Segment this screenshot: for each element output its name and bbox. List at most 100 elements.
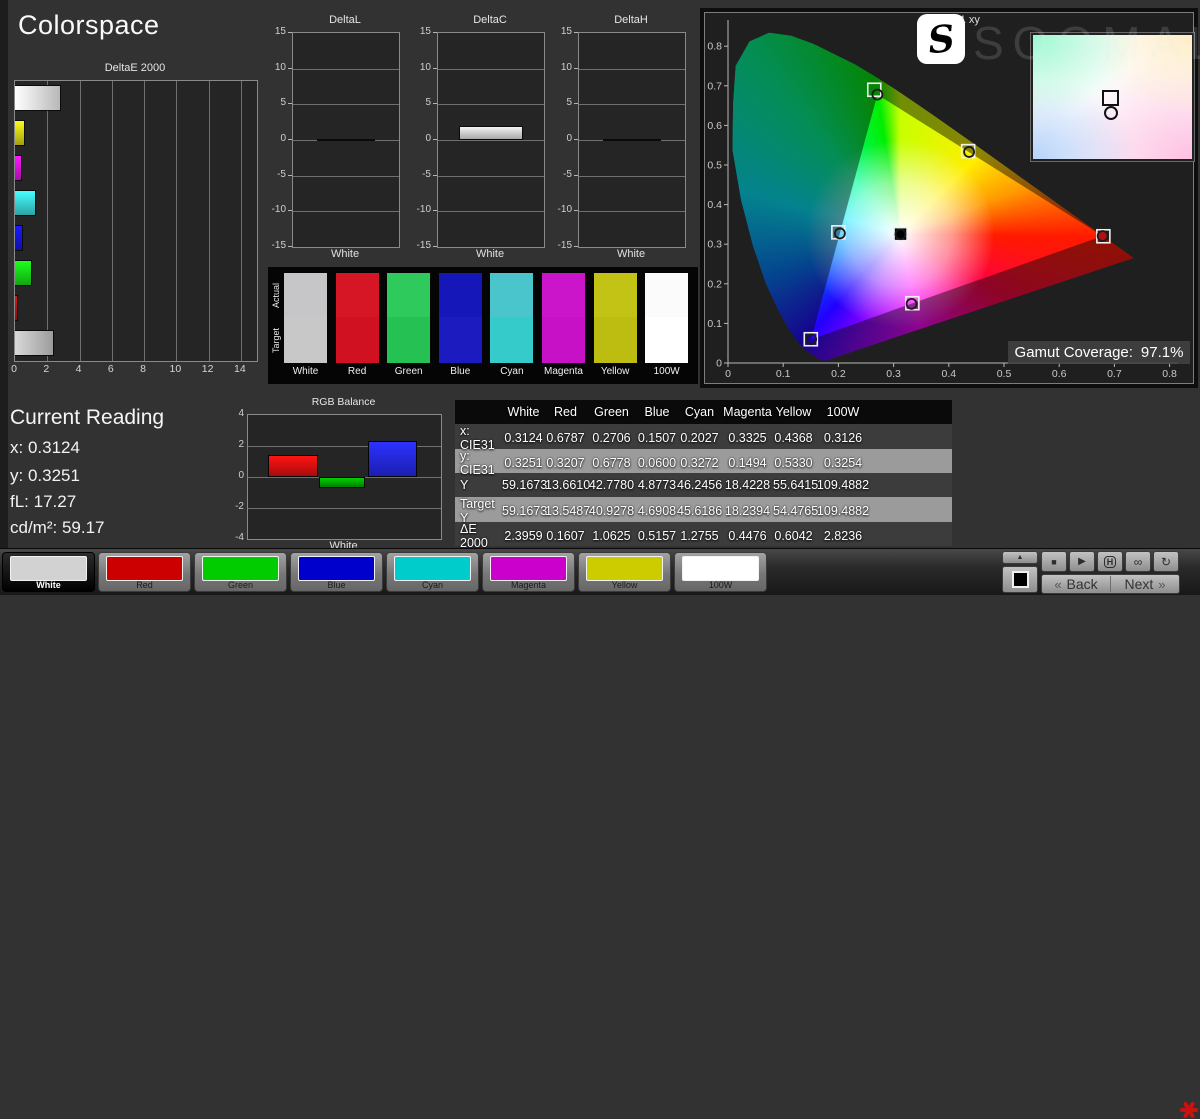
gridline xyxy=(293,69,399,70)
gridline xyxy=(176,81,177,361)
y-tick-label: 0.8 xyxy=(707,41,722,53)
swatch-column-label: White xyxy=(284,366,327,377)
y-tick xyxy=(433,246,437,247)
record-stop-button[interactable] xyxy=(1002,566,1038,593)
y-tick xyxy=(574,139,578,140)
y-tick xyxy=(574,246,578,247)
table-header-cell: 100W xyxy=(814,405,872,419)
deltae-bar-cyan xyxy=(15,190,36,216)
y-tick xyxy=(433,175,437,176)
back-button-label: Back xyxy=(1067,576,1098,592)
magenta-swatch xyxy=(490,556,567,581)
measured-red-marker xyxy=(1098,231,1108,241)
toolbar-swatch-magenta[interactable]: Magenta xyxy=(482,552,575,592)
y-tick-label: -15 xyxy=(409,240,431,251)
y-tick xyxy=(433,68,437,69)
gridline xyxy=(438,211,544,212)
y-tick-label: 10 xyxy=(264,62,286,73)
rgb-bar-red xyxy=(268,455,318,477)
nav-button-group: « Back Next » xyxy=(1041,574,1180,594)
gridline xyxy=(438,176,544,177)
red-swatch xyxy=(106,556,183,581)
play-button[interactable]: ▶ xyxy=(1069,551,1095,572)
table-row: Y59.167313.661042.77804.877346.245618.42… xyxy=(455,473,952,497)
table-cell: 42.7780 xyxy=(586,478,637,492)
toolbar-swatch-red[interactable]: Red xyxy=(98,552,191,592)
target-swatch-100w xyxy=(645,317,688,363)
next-button[interactable]: Next » xyxy=(1111,576,1179,592)
table-cell: 0.5157 xyxy=(637,529,677,543)
table-cell: 0.6042 xyxy=(773,529,814,543)
toolbar-swatch-label: White xyxy=(3,580,94,590)
table-cell: 1.0625 xyxy=(586,529,637,543)
y-tick xyxy=(574,103,578,104)
table-cell: 18.4228 xyxy=(722,478,773,492)
next-button-label: Next xyxy=(1124,576,1153,592)
y-tick xyxy=(433,210,437,211)
gridline xyxy=(438,69,544,70)
x-tick-label: 0.8 xyxy=(1162,368,1177,380)
table-cell: 2.3959 xyxy=(502,529,545,543)
toolbar-swatch-yellow[interactable]: Yellow xyxy=(578,552,671,592)
x-tick-label: 12 xyxy=(202,363,214,375)
deltac-plot-area xyxy=(437,32,545,248)
reading-cdm2: cd/m²: 59.17 xyxy=(10,518,105,538)
y-tick xyxy=(574,210,578,211)
soomal-logo-icon: S xyxy=(917,14,965,64)
gamut-coverage-label: Gamut Coverage: xyxy=(1015,344,1133,361)
table-row: y: CIE310.32510.32070.67780.06000.32720.… xyxy=(455,449,952,473)
toolbar-swatch-100w[interactable]: 100W xyxy=(674,552,767,592)
reading-fl: fL: 17.27 xyxy=(10,492,76,512)
toolbar-swatch-label: Cyan xyxy=(387,580,478,590)
x-tick-label: 0.6 xyxy=(1052,368,1067,380)
y-tick-label: -4 xyxy=(231,532,244,543)
y-tick-label: -2 xyxy=(231,501,244,512)
table-cell: 4.8773 xyxy=(637,478,677,492)
toolbar-swatch-cyan[interactable]: Cyan xyxy=(386,552,479,592)
row-label: Y xyxy=(455,478,502,492)
y-tick xyxy=(288,103,292,104)
deltah-x-label: White xyxy=(578,248,684,260)
x-tick-label: 0 xyxy=(11,363,17,375)
eject-button[interactable]: ▲ xyxy=(1002,551,1038,564)
rgb-balance-chart: RGB Balance White 420-2-4 xyxy=(231,396,443,548)
row-label: y: CIE31 xyxy=(455,449,502,477)
x-tick-label: 10 xyxy=(169,363,181,375)
target-swatch-white xyxy=(284,317,327,363)
actual-target-swatch-panel: Actual Target WhiteRedGreenBlueCyanMagen… xyxy=(268,267,698,384)
loop-button[interactable]: ∞ xyxy=(1125,551,1151,572)
table-cell: 2.8236 xyxy=(814,529,872,543)
table-header-cell: Red xyxy=(545,405,586,419)
stop-button[interactable]: ■ xyxy=(1041,551,1067,572)
table-row: x: CIE310.31240.67870.27060.15070.20270.… xyxy=(455,424,952,448)
toolbar-swatch-label: Green xyxy=(195,580,286,590)
table-header-cell: Yellow xyxy=(773,405,814,419)
table-cell: 0.3124 xyxy=(502,431,545,445)
deltah-plot-area xyxy=(578,32,686,248)
deltae-bar-blue xyxy=(15,225,23,251)
y-tick xyxy=(288,246,292,247)
page-title: Colorspace xyxy=(18,10,160,41)
y-tick-label: -5 xyxy=(550,169,572,180)
gridline xyxy=(438,104,544,105)
save-preset-button[interactable]: H xyxy=(1097,551,1123,572)
toolbar-swatch-green[interactable]: Green xyxy=(194,552,287,592)
refresh-button[interactable]: ↻ xyxy=(1153,551,1179,572)
toolbar-swatch-blue[interactable]: Blue xyxy=(290,552,383,592)
y-tick-label: 0.3 xyxy=(707,239,722,251)
toolbar-swatch-white[interactable]: White xyxy=(2,552,95,592)
gridline xyxy=(47,81,48,361)
refresh-icon: ↻ xyxy=(1161,555,1171,569)
table-row: Target Y59.167313.548740.92784.690845.61… xyxy=(455,497,952,521)
swatch-column-label: Cyan xyxy=(490,366,533,377)
y-tick xyxy=(288,139,292,140)
toolbar-swatch-label: Magenta xyxy=(483,580,574,590)
table-cell: 13.5487 xyxy=(545,504,586,518)
soomal-watermark: SOOMAL xyxy=(973,16,1200,70)
back-button[interactable]: « Back xyxy=(1042,576,1111,592)
deltae2000-plot-area xyxy=(14,80,258,362)
target-swatch-magenta xyxy=(542,317,585,363)
swatch-column-label: Red xyxy=(336,366,379,377)
table-cell: 0.1507 xyxy=(637,431,677,445)
x-tick-label: 0.2 xyxy=(831,368,846,380)
